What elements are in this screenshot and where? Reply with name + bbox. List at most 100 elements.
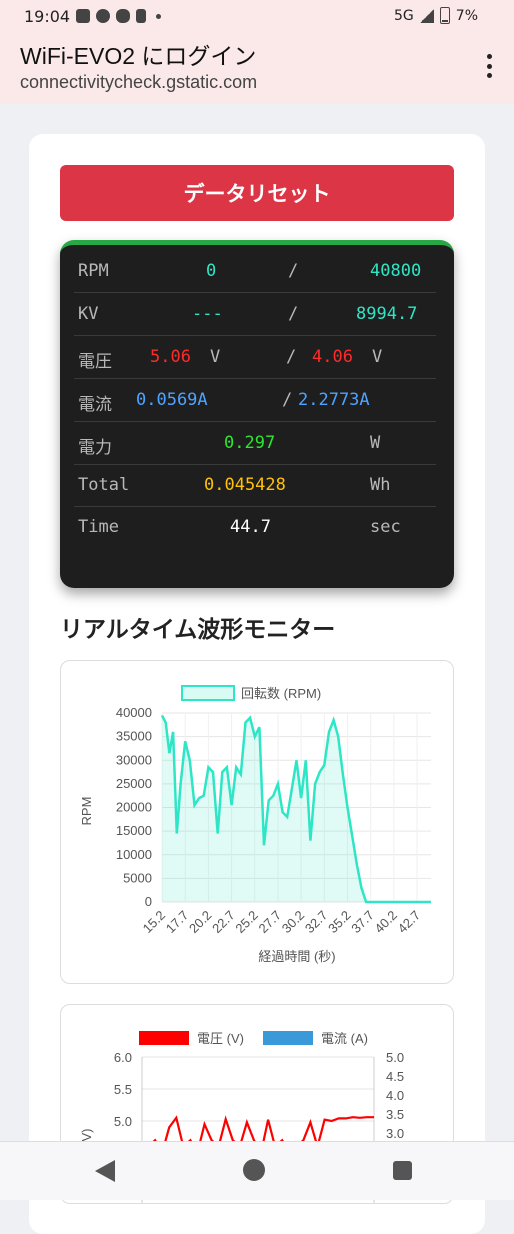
rpm-chart: 回転数 (RPM) RPM 経過時間 (秒) 0 5000 10000 15000 20… bbox=[79, 685, 431, 964]
current-label: 電流 bbox=[78, 395, 112, 415]
rpm-max: 40800 bbox=[370, 261, 422, 281]
voltage-label: 電圧 bbox=[78, 352, 112, 372]
y-tick-label: 15000 bbox=[116, 823, 152, 838]
x-tick-label: 17.7 bbox=[163, 908, 192, 937]
current-legend-label: 電流 (A) bbox=[321, 1031, 368, 1046]
y-tick-label: 5000 bbox=[123, 870, 152, 885]
rpm-label: RPM bbox=[78, 261, 109, 281]
rpm-legend-label: 回転数 (RPM) bbox=[241, 686, 321, 701]
data-reset-button[interactable]: データリセット bbox=[60, 165, 454, 221]
y-tick-label: 30000 bbox=[116, 752, 152, 767]
section-title: リアルタイム波形モニター bbox=[60, 617, 336, 643]
power-value: 0.297 bbox=[224, 433, 276, 453]
voltage-legend-swatch bbox=[139, 1031, 189, 1045]
vc-left-ticks: 5.0 5.5 6.0 bbox=[114, 1050, 132, 1129]
dot-icon bbox=[156, 13, 161, 19]
current-value: 0.0569A bbox=[136, 390, 208, 410]
rpm-current: 0 bbox=[206, 261, 217, 281]
rpm-separator: / bbox=[288, 261, 299, 281]
more-menu-icon[interactable] bbox=[486, 54, 492, 78]
x-tick-label: 32.7 bbox=[302, 908, 331, 937]
left-tick-label: 6.0 bbox=[114, 1050, 132, 1065]
power-row: 電力 0.297 W bbox=[74, 422, 436, 465]
rpm-ylabel: RPM bbox=[79, 797, 94, 826]
y-tick-label: 0 bbox=[145, 894, 152, 909]
x-tick-label: 40.2 bbox=[372, 908, 401, 937]
total-value: 0.045428 bbox=[204, 475, 286, 495]
rpm-row: RPM 0 / 40800 bbox=[74, 250, 436, 293]
chat-icon bbox=[116, 9, 130, 23]
alert-icon bbox=[76, 9, 90, 23]
kv-current: --- bbox=[192, 304, 223, 324]
accessibility-icon bbox=[136, 9, 146, 23]
left-tick-label: 5.5 bbox=[114, 1082, 132, 1097]
time-row: Time 44.7 sec bbox=[74, 506, 436, 548]
status-time: 19:04 bbox=[24, 7, 71, 26]
line-icon bbox=[96, 9, 110, 23]
kv-separator: / bbox=[288, 304, 299, 324]
home-icon[interactable] bbox=[243, 1159, 265, 1181]
vc-right-ticks: 3.0 3.5 4.0 4.5 5.0 bbox=[386, 1050, 404, 1141]
notification-icons bbox=[76, 9, 161, 23]
x-tick-label: 25.2 bbox=[232, 908, 261, 937]
right-tick-label: 4.5 bbox=[386, 1069, 404, 1084]
power-unit: W bbox=[370, 433, 381, 453]
total-row: Total 0.045428 Wh bbox=[74, 464, 436, 507]
voltage-current: 5.06 bbox=[150, 347, 191, 367]
y-tick-label: 25000 bbox=[116, 776, 152, 791]
time-unit: sec bbox=[370, 517, 401, 537]
y-tick-label: 20000 bbox=[116, 800, 152, 815]
left-tick-label: 5.0 bbox=[114, 1114, 132, 1129]
time-value: 44.7 bbox=[230, 517, 271, 537]
system-nav-bar bbox=[0, 1141, 514, 1200]
rpm-area bbox=[162, 715, 431, 902]
recents-icon[interactable] bbox=[393, 1161, 412, 1180]
voltage-separator: / bbox=[286, 347, 297, 367]
voltage-unit: V bbox=[210, 347, 221, 367]
y-tick-label: 10000 bbox=[116, 847, 152, 862]
y-tick-label: 40000 bbox=[116, 705, 152, 720]
rpm-y-ticks: 0 5000 10000 15000 20000 25000 30000 35000 40000 bbox=[116, 705, 152, 909]
power-label: 電力 bbox=[78, 438, 112, 458]
x-tick-label: 37.7 bbox=[348, 908, 377, 937]
current-row: 電流 0.0569A / 2.2773A bbox=[74, 379, 436, 422]
signal-icon bbox=[419, 8, 434, 23]
voltage-legend-label: 電圧 (V) bbox=[197, 1031, 244, 1046]
voltage-min-unit: V bbox=[372, 347, 383, 367]
rpm-legend-swatch bbox=[181, 685, 235, 701]
right-tick-label: 5.0 bbox=[386, 1050, 404, 1065]
back-icon[interactable] bbox=[95, 1160, 115, 1182]
x-tick-label: 35.2 bbox=[325, 908, 354, 937]
time-label: Time bbox=[78, 517, 119, 537]
browser-appbar: WiFi-EVO2 にログイン connectivitycheck.gstati… bbox=[0, 34, 514, 104]
battery-level: 7% bbox=[455, 7, 478, 24]
status-right: 5G 7% bbox=[394, 7, 478, 24]
vc-ylabel-left: V) bbox=[79, 1129, 94, 1142]
right-tick-label: 3.0 bbox=[386, 1126, 404, 1141]
telemetry-panel: RPM 0 / 40800 KV --- / 8994.7 電圧 5.06 V … bbox=[60, 240, 454, 588]
rpm-x-ticks: 15.217.720.222.725.227.730.232.735.237.7… bbox=[140, 908, 424, 937]
right-tick-label: 4.0 bbox=[386, 1088, 404, 1103]
battery-icon bbox=[439, 7, 450, 24]
current-max: 2.2773A bbox=[298, 390, 370, 410]
total-unit: Wh bbox=[370, 475, 391, 495]
kv-max: 8994.7 bbox=[356, 304, 418, 324]
x-tick-label: 20.2 bbox=[186, 908, 215, 937]
y-tick-label: 35000 bbox=[116, 729, 152, 744]
kv-row: KV --- / 8994.7 bbox=[74, 293, 436, 336]
total-label: Total bbox=[78, 475, 130, 495]
x-tick-label: 27.7 bbox=[256, 908, 285, 937]
page-url[interactable]: connectivitycheck.gstatic.com bbox=[20, 72, 257, 93]
x-tick-label: 30.2 bbox=[279, 908, 308, 937]
x-tick-label: 15.2 bbox=[140, 908, 169, 937]
voltage-row: 電圧 5.06 V / 4.06 V bbox=[74, 336, 436, 379]
network-type: 5G bbox=[394, 7, 414, 24]
current-legend-swatch bbox=[263, 1031, 313, 1045]
voltage-min: 4.06 bbox=[312, 347, 353, 367]
x-tick-label: 42.7 bbox=[395, 908, 424, 937]
page-title: WiFi-EVO2 にログイン bbox=[20, 43, 257, 69]
status-bar: 19:04 5G 7% bbox=[0, 0, 514, 34]
current-separator: / bbox=[282, 390, 293, 410]
rpm-chart-card: 回転数 (RPM) RPM 経過時間 (秒) 0 5000 10000 15000 20… bbox=[60, 660, 454, 984]
right-tick-label: 3.5 bbox=[386, 1107, 404, 1122]
